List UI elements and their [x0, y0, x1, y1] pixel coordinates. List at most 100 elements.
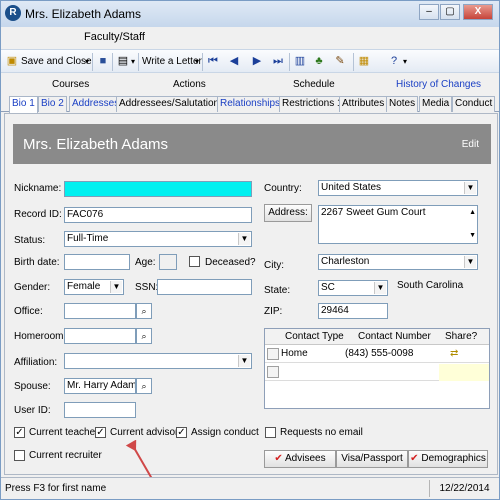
address-textarea[interactable]: 2267 Sweet Gum Court ▲ ▼	[318, 205, 478, 244]
toolbar-separator	[138, 53, 139, 71]
view-icon[interactable]: ▥	[293, 54, 307, 68]
check-icon: ✔	[274, 453, 283, 464]
current-recruiter-label: Current recruiter	[29, 450, 102, 461]
tab-history-of-changes[interactable]: History of Changes	[396, 79, 481, 90]
state-label: State:	[264, 285, 291, 296]
tab-addressees-salutations[interactable]: Addressees/Salutations	[116, 96, 228, 112]
user-id-input[interactable]	[64, 402, 136, 418]
tab-media[interactable]: Media	[419, 96, 453, 112]
gender-select[interactable]: Female ▼	[64, 279, 124, 295]
write-letter-dropdown-icon[interactable]: ▾	[195, 54, 199, 70]
last-record-icon[interactable]: ⏭	[271, 54, 285, 68]
requests-no-email-checkbox[interactable]	[265, 427, 276, 438]
homeroom-lookup-binoculars-icon[interactable]: ⌕	[136, 328, 152, 344]
row-selector[interactable]	[267, 348, 279, 360]
first-record-icon[interactable]: ⏮	[206, 54, 220, 68]
tab-courses[interactable]: Courses	[52, 79, 89, 90]
row-selector[interactable]	[267, 366, 279, 378]
toolbar-separator	[92, 53, 93, 71]
contact-number-cell[interactable]: (843) 555-0098	[345, 348, 413, 359]
city-select[interactable]: Charleston ▼	[318, 254, 478, 270]
requests-no-email-label: Requests no email	[280, 427, 363, 438]
office-lookup-binoculars-icon[interactable]: ⌕	[136, 303, 152, 319]
demographics-button[interactable]: ✔ Demographics	[408, 450, 488, 468]
tab-attributes[interactable]: Attributes	[339, 96, 388, 112]
print-dropdown-icon[interactable]: ▾	[131, 54, 135, 70]
previous-record-icon[interactable]: ◀	[227, 54, 241, 68]
toolbar-separator	[289, 53, 290, 71]
menu-faculty-staff[interactable]: Faculty/Staff	[84, 31, 145, 43]
status-label: Status:	[14, 235, 46, 246]
office-input[interactable]	[64, 303, 136, 319]
scroll-up-icon[interactable]: ▲	[469, 207, 476, 219]
current-recruiter-checkbox[interactable]	[14, 450, 25, 461]
zip-input[interactable]: 29464	[318, 303, 388, 319]
record-window: R Mrs. Elizabeth Adams – ▢ X Faculty/Sta…	[0, 0, 500, 500]
tab-relationships[interactable]: Relationships	[217, 96, 284, 112]
help-dropdown-icon[interactable]: ▾	[403, 54, 407, 70]
window-title: Mrs. Elizabeth Adams	[25, 7, 142, 21]
office-label: Office:	[14, 306, 43, 317]
state-name: South Carolina	[397, 280, 464, 291]
spouse-lookup-binoculars-icon[interactable]: ⌕	[136, 378, 152, 394]
address-value: 2267 Sweet Gum Court	[321, 207, 426, 218]
assign-conduct-checkbox[interactable]: ✓	[176, 427, 187, 438]
save-close-icon: ▣	[6, 55, 18, 67]
deceased-label: Deceased?	[205, 257, 256, 268]
chevron-down-icon: ▼	[110, 281, 122, 293]
print-icon[interactable]: ▤	[116, 54, 130, 68]
tab-notes[interactable]: Notes	[386, 96, 419, 112]
table-row[interactable]: Home (843) 555-0098 ⇄	[265, 346, 489, 363]
save-close-button[interactable]: Save and Close	[21, 54, 92, 70]
nickname-input[interactable]	[64, 181, 252, 197]
table-row[interactable]	[265, 364, 489, 381]
share-icon[interactable]: ⇄	[450, 348, 458, 359]
tab-conduct[interactable]: Conduct	[452, 96, 496, 112]
advisees-button[interactable]: ✔ Advisees	[264, 450, 336, 468]
tab-restrictions-1[interactable]: Restrictions 1	[279, 96, 346, 112]
address-button[interactable]: Address:	[264, 204, 312, 222]
current-teacher-checkbox[interactable]: ✓	[14, 427, 25, 438]
country-select[interactable]: United States ▼	[318, 180, 478, 196]
column-header-contact-type[interactable]: Contact Type	[285, 331, 344, 342]
status-date: 12/22/2014	[429, 480, 499, 497]
help-icon[interactable]: ?	[387, 54, 401, 68]
tab-bio-2[interactable]: Bio 2	[38, 96, 67, 112]
current-advisor-checkbox[interactable]: ✓	[95, 427, 106, 438]
deceased-checkbox[interactable]	[189, 256, 200, 267]
birth-date-input[interactable]	[64, 254, 130, 270]
minimize-button[interactable]: –	[419, 4, 439, 20]
column-header-share[interactable]: Share?	[445, 331, 477, 342]
save-icon[interactable]: ■	[96, 54, 110, 68]
homeroom-input[interactable]	[64, 328, 136, 344]
visa-passport-button[interactable]: Visa/Passport	[336, 450, 408, 468]
birth-date-label: Birth date:	[14, 257, 60, 268]
edit-link[interactable]: Edit	[462, 139, 479, 150]
demographics-label: Demographics	[421, 453, 486, 464]
ssn-input[interactable]	[157, 279, 252, 295]
close-button[interactable]: X	[463, 4, 493, 20]
chevron-down-icon: ▼	[374, 282, 386, 294]
write-letter-button[interactable]: Write a Letter	[142, 54, 202, 70]
column-header-contact-number[interactable]: Contact Number	[358, 331, 431, 342]
share-cell[interactable]	[439, 364, 489, 381]
contact-type-cell[interactable]: Home	[281, 348, 308, 359]
save-close-dropdown-icon[interactable]: ▾	[85, 54, 89, 70]
maximize-button[interactable]: ▢	[440, 4, 460, 20]
state-select[interactable]: SC ▼	[318, 280, 388, 296]
actions-icon[interactable]: ✎	[333, 54, 347, 68]
family-tree-icon[interactable]: ♣	[312, 54, 326, 68]
reports-icon[interactable]: ▦	[357, 54, 371, 68]
record-id-label: Record ID:	[14, 209, 62, 220]
scroll-down-icon[interactable]: ▼	[469, 230, 476, 242]
record-id-input[interactable]: FAC076	[64, 207, 252, 223]
tab-actions[interactable]: Actions	[173, 79, 206, 90]
next-record-icon[interactable]: ▶	[250, 54, 264, 68]
tab-addresses[interactable]: Addresses	[69, 96, 123, 112]
city-value: Charleston	[321, 256, 370, 267]
spouse-input[interactable]: Mr. Harry Adams	[64, 378, 136, 394]
affiliation-select[interactable]: ▼	[64, 353, 252, 369]
status-select[interactable]: Full-Time ▼	[64, 231, 252, 247]
tab-schedule[interactable]: Schedule	[293, 79, 335, 90]
tab-bio-1[interactable]: Bio 1	[9, 96, 38, 113]
